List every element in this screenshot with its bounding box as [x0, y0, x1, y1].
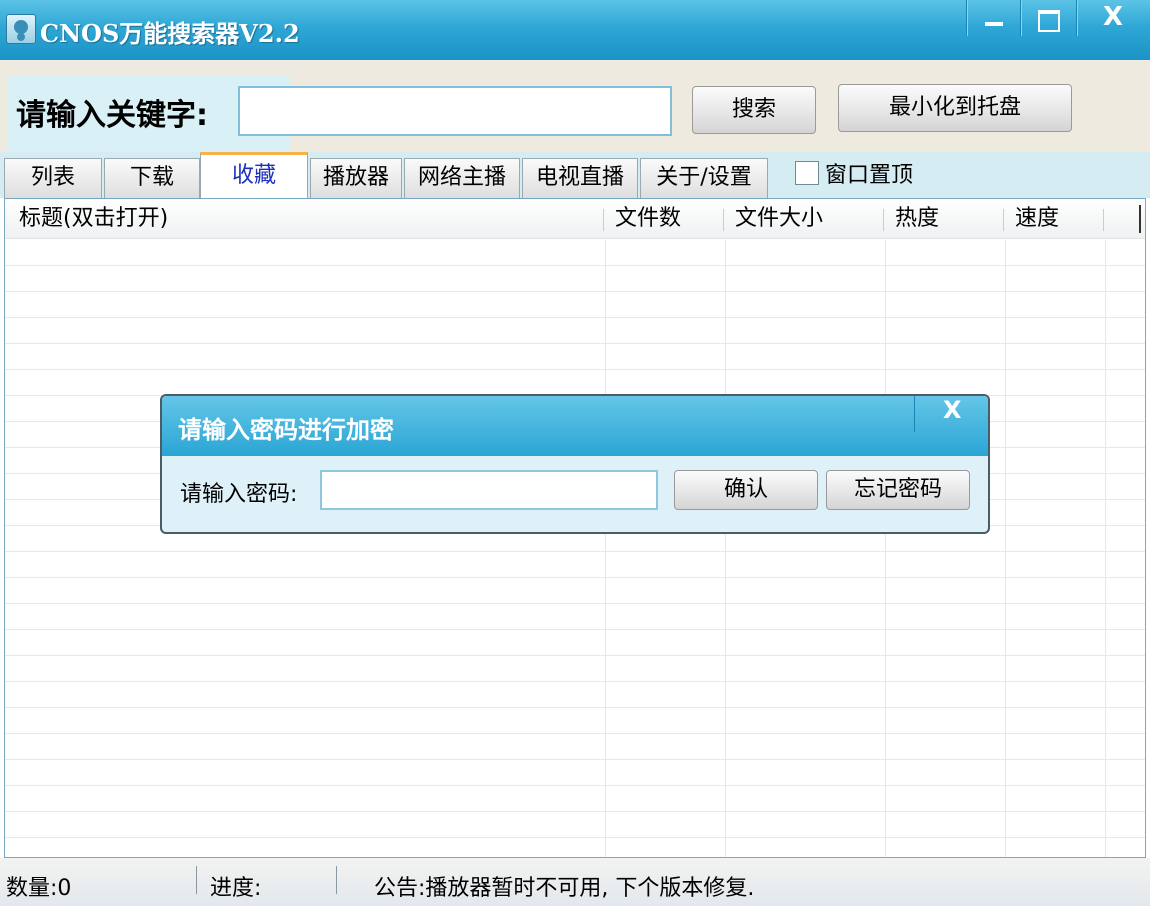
- search-panel: 请输入关键字: 搜索 最小化到托盘: [0, 60, 1150, 152]
- password-label: 请输入密码:: [180, 482, 298, 507]
- search-button[interactable]: 搜索: [692, 86, 816, 134]
- column-gridline: [1005, 240, 1006, 857]
- close-icon: X: [1103, 2, 1124, 32]
- status-progress: 进度:: [210, 876, 262, 901]
- confirm-button[interactable]: 确认: [674, 470, 818, 510]
- dialog-title: 请输入密码进行加密: [178, 415, 394, 444]
- tab-strip: 列表 下载 收藏 播放器 网络主播 电视直播 关于/设置 窗口置顶: [0, 152, 1150, 198]
- close-icon: X: [943, 396, 962, 424]
- status-notice: 公告:播放器暂时不可用, 下个版本修复.: [374, 876, 755, 901]
- column-gridline: [885, 240, 886, 857]
- list-header: 标题(双击打开) 文件数 文件大小 热度 速度: [5, 199, 1145, 239]
- close-button[interactable]: X: [1076, 0, 1150, 36]
- password-input[interactable]: [320, 470, 658, 510]
- encrypt-password-dialog[interactable]: 请输入密码进行加密 X 请输入密码: 确认 忘记密码: [160, 394, 990, 534]
- list-rows[interactable]: [5, 240, 1145, 857]
- status-divider: [336, 866, 337, 894]
- keyword-label: 请输入关键字:: [16, 98, 208, 133]
- tab-network-streamer[interactable]: 网络主播: [404, 158, 520, 198]
- window-topmost-toggle[interactable]: 窗口置顶: [795, 158, 913, 188]
- title-bar[interactable]: CNOS万能搜索器V2.2 X: [0, 0, 1150, 60]
- column-divider[interactable]: [1103, 209, 1104, 231]
- topmost-label: 窗口置顶: [825, 163, 914, 188]
- dialog-close-button[interactable]: X: [914, 396, 988, 432]
- tab-player[interactable]: 播放器: [310, 158, 402, 198]
- tab-about-settings[interactable]: 关于/设置: [640, 158, 768, 198]
- column-header-file-size[interactable]: 文件大小: [735, 199, 823, 239]
- keyword-input[interactable]: [238, 86, 672, 136]
- column-gridline: [725, 240, 726, 857]
- tab-list[interactable]: 列表: [4, 158, 102, 198]
- column-header-file-count[interactable]: 文件数: [615, 199, 681, 239]
- forgot-password-button[interactable]: 忘记密码: [826, 470, 970, 510]
- column-gridline: [605, 240, 606, 857]
- minimize-button[interactable]: [966, 0, 1016, 36]
- tab-live-tv[interactable]: 电视直播: [522, 158, 638, 198]
- column-divider[interactable]: [603, 209, 604, 231]
- app-logo-icon: [6, 14, 36, 44]
- minimize-to-tray-button[interactable]: 最小化到托盘: [838, 84, 1072, 132]
- status-divider: [196, 866, 197, 894]
- status-count: 数量:0: [6, 876, 72, 901]
- status-bar: 数量:0 进度: 公告:播放器暂时不可用, 下个版本修复.: [0, 858, 1150, 906]
- column-gridline: [1105, 240, 1106, 857]
- dialog-title-bar[interactable]: 请输入密码进行加密 X: [162, 396, 988, 456]
- tab-favorites[interactable]: 收藏: [200, 152, 308, 198]
- column-divider[interactable]: [1003, 209, 1004, 231]
- column-header-speed[interactable]: 速度: [1015, 199, 1059, 239]
- window-title: CNOS万能搜索器V2.2: [40, 19, 300, 48]
- column-divider[interactable]: [883, 209, 884, 231]
- tab-download[interactable]: 下载: [104, 158, 200, 198]
- column-divider[interactable]: [723, 209, 724, 231]
- column-header-popularity[interactable]: 热度: [895, 199, 939, 239]
- column-header-title[interactable]: 标题(双击打开): [19, 199, 168, 239]
- topmost-checkbox[interactable]: [795, 161, 819, 185]
- list-scroll-edge: [1139, 205, 1141, 233]
- maximize-button[interactable]: [1020, 0, 1070, 36]
